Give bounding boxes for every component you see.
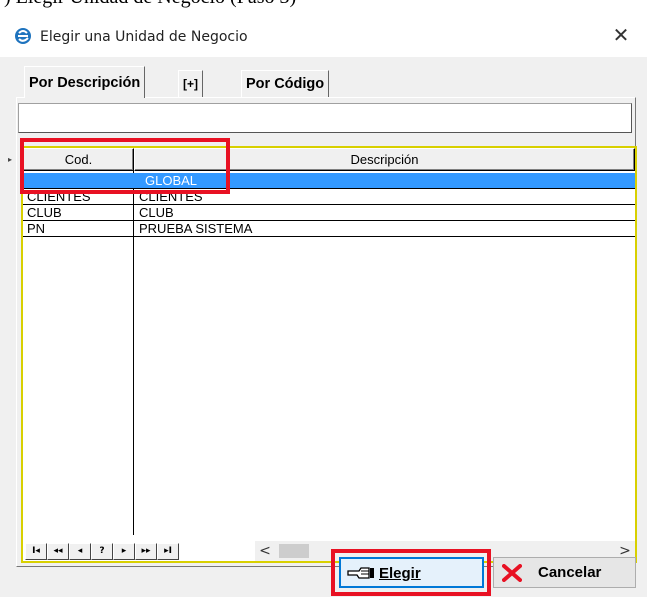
cell-cod: CLIENTES — [27, 189, 91, 204]
nav-next-button[interactable]: ▸ — [113, 543, 135, 560]
document-header-fragment: ) Elegir Unidad de Negocio (Paso 3) — [0, 0, 647, 12]
window-title: Elegir una Unidad de Negocio — [40, 29, 248, 45]
nav-last-button[interactable]: ▸I — [157, 543, 179, 560]
title-bar: Elegir una Unidad de Negocio ✕ — [0, 12, 647, 57]
cell-descripcion: CLIENTES — [139, 189, 203, 204]
cancel-x-icon — [502, 564, 522, 582]
cancelar-button[interactable]: Cancelar — [493, 557, 636, 588]
pointing-hand-icon — [347, 567, 374, 579]
table-row[interactable]: PN PRUEBA SISTEMA — [23, 221, 635, 237]
nav-next-page-button[interactable]: ▸▸ — [135, 543, 157, 560]
column-header-descripcion[interactable]: Descripción — [134, 148, 635, 171]
cancelar-label: Cancelar — [538, 564, 602, 581]
cell-cod: CLUB — [27, 205, 62, 220]
search-input[interactable] — [18, 103, 632, 133]
cell-descripcion: CLUB — [139, 205, 174, 220]
header-fragment-text: ) Elegir Unidad de Negocio (Paso 3) — [4, 0, 296, 9]
nav-prev-page-button[interactable]: ◂◂ — [47, 543, 69, 560]
column-header-cod[interactable]: Cod. — [23, 148, 134, 171]
nav-first-button[interactable]: I◂ — [25, 543, 47, 560]
nav-search-button[interactable]: ? — [91, 543, 113, 560]
elegir-button[interactable]: Elegir — [339, 557, 484, 588]
table-row[interactable]: CLIENTES CLIENTES — [23, 189, 635, 205]
data-grid: Cod. Descripción GLOBAL CLIENTES CLIENTE… — [21, 146, 637, 563]
tab-por-codigo[interactable]: Por Código — [241, 70, 330, 97]
app-icon — [15, 28, 31, 44]
nav-prev-button[interactable]: ◂ — [69, 543, 91, 560]
grid-header: Cod. Descripción — [23, 148, 635, 171]
tab-por-descripcion[interactable]: Por Descripción — [24, 66, 146, 98]
table-row[interactable]: GLOBAL — [23, 173, 635, 189]
scroll-left-arrow[interactable]: < — [255, 541, 275, 561]
record-navigator: I◂ ◂◂ ◂ ? ▸ ▸▸ ▸I — [25, 543, 242, 560]
cell-cod: PN — [27, 221, 46, 236]
cell-descripcion: GLOBAL — [145, 173, 198, 188]
row-indicator: ▸ — [8, 155, 13, 164]
elegir-label: Elegir — [379, 565, 421, 582]
close-button[interactable]: ✕ — [606, 21, 636, 49]
tab-mas[interactable]: [+] — [178, 70, 203, 97]
scroll-thumb[interactable] — [279, 544, 309, 558]
cell-descripcion: PRUEBA SISTEMA — [139, 221, 253, 236]
table-row[interactable]: CLUB CLUB — [23, 205, 635, 221]
